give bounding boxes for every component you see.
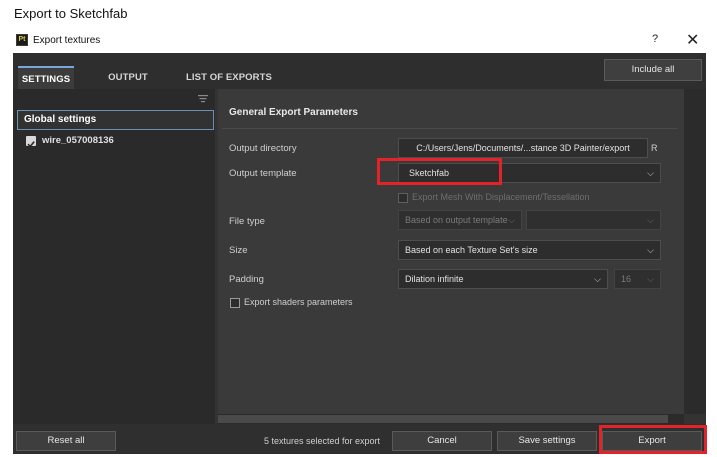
size-label: Size bbox=[229, 245, 248, 256]
texture-set-label: wire_057008136 bbox=[42, 135, 114, 146]
filter-icon[interactable] bbox=[197, 93, 209, 105]
chevron-down-icon: ⌵ bbox=[508, 215, 515, 225]
output-directory-suffix: R bbox=[651, 143, 658, 153]
tab-output-templates[interactable]: OUTPUT TEMPLATES bbox=[78, 66, 178, 106]
highlight-export-button bbox=[599, 425, 707, 454]
padding-number-select[interactable]: 16 ⌵ bbox=[614, 269, 661, 289]
file-type-select[interactable]: Based on output template ⌵ bbox=[398, 210, 522, 230]
export-mesh-label: Export Mesh With Displacement/Tessellati… bbox=[412, 192, 590, 202]
page-caption: Export to Sketchfab bbox=[14, 6, 128, 21]
padding-value: Dilation infinite bbox=[405, 274, 464, 284]
texture-set-checkbox[interactable] bbox=[26, 136, 36, 148]
section-divider bbox=[222, 128, 678, 129]
checkmark-icon bbox=[27, 141, 35, 148]
output-directory-field[interactable]: C:/Users/Jens/Documents/...stance 3D Pai… bbox=[398, 138, 648, 158]
scrollbar-thumb[interactable] bbox=[218, 415, 668, 423]
tab-list-of-exports[interactable]: LIST OF EXPORTS bbox=[182, 66, 276, 89]
include-all-button[interactable]: Include all bbox=[604, 59, 702, 81]
highlight-output-template bbox=[377, 158, 502, 185]
section-title: General Export Parameters bbox=[229, 107, 358, 118]
tab-settings[interactable]: SETTINGS bbox=[18, 66, 74, 89]
output-directory-value: C:/Users/Jens/Documents/...stance 3D Pai… bbox=[416, 143, 630, 153]
app-logo-icon: Pt bbox=[16, 34, 28, 46]
export-mesh-checkbox[interactable] bbox=[398, 193, 408, 203]
reset-all-button[interactable]: Reset all bbox=[16, 431, 116, 451]
cancel-button[interactable]: Cancel bbox=[392, 431, 492, 451]
export-status-text: 5 textures selected for export bbox=[264, 436, 381, 446]
chevron-down-icon: ⌵ bbox=[594, 274, 601, 284]
chevron-down-icon: ⌵ bbox=[647, 245, 654, 255]
chevron-down-icon: ⌵ bbox=[647, 215, 654, 225]
help-button[interactable]: ? bbox=[652, 33, 658, 45]
save-settings-button[interactable]: Save settings bbox=[497, 431, 597, 451]
export-shaders-label: Export shaders parameters bbox=[244, 297, 353, 307]
title-bar bbox=[0, 30, 717, 52]
chevron-down-icon: ⌵ bbox=[647, 274, 654, 284]
padding-label: Padding bbox=[229, 274, 264, 285]
close-icon[interactable]: ✕ bbox=[686, 30, 699, 50]
chevron-down-icon: ⌵ bbox=[647, 168, 654, 178]
size-value: Based on each Texture Set's size bbox=[405, 245, 538, 255]
window-title: Export textures bbox=[33, 35, 101, 46]
padding-select[interactable]: Dilation infinite ⌵ bbox=[398, 269, 608, 289]
output-directory-label: Output directory bbox=[229, 143, 297, 154]
file-type-value: Based on output template bbox=[405, 215, 508, 225]
export-shaders-checkbox[interactable] bbox=[230, 298, 240, 308]
file-format-select[interactable]: ⌵ bbox=[526, 210, 661, 230]
padding-number-value: 16 bbox=[621, 274, 632, 284]
output-template-label: Output template bbox=[229, 168, 297, 179]
size-select[interactable]: Based on each Texture Set's size ⌵ bbox=[398, 240, 661, 260]
global-settings-item[interactable]: Global settings bbox=[17, 110, 214, 130]
file-type-label: File type bbox=[229, 216, 265, 227]
vertical-scrollbar[interactable] bbox=[684, 89, 706, 414]
